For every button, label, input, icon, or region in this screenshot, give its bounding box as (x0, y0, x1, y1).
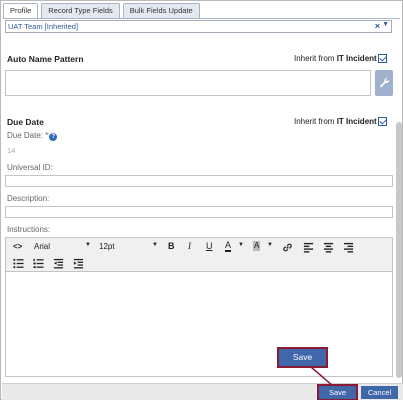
align-left-icon[interactable] (303, 242, 314, 253)
auto-name-pattern-input[interactable] (5, 70, 371, 96)
instructions-label: Instructions: (7, 225, 51, 234)
universal-id-input[interactable] (5, 175, 393, 187)
due-date-label: Due Date: *? (7, 131, 58, 141)
due-date-inherit-prefix: Inherit from (294, 117, 337, 126)
tab-bar: Profile Record Type Fields Bulk Fields U… (3, 3, 200, 19)
due-date-inherit-checkbox[interactable] (378, 117, 387, 126)
clear-icon[interactable]: × (375, 21, 380, 31)
auto-name-title: Auto Name Pattern (7, 54, 84, 64)
due-date-title: Due Date (7, 117, 44, 127)
font-select-value: Arial (34, 242, 51, 251)
italic-icon[interactable]: I (188, 241, 191, 251)
description-label: Description: (7, 194, 50, 203)
bullet-list-icon[interactable] (13, 258, 24, 269)
tab-record-type-fields[interactable]: Record Type Fields (41, 3, 120, 18)
source-code-icon[interactable]: <> (13, 242, 22, 251)
due-date-inherit-label: Inherit from IT Incident (294, 117, 377, 126)
tab-divider (3, 18, 400, 19)
chevron-down-icon[interactable]: ▼ (382, 21, 389, 28)
numbered-list-icon[interactable] (33, 258, 44, 269)
auto-name-inherit-source: IT Incident (336, 54, 377, 63)
help-icon[interactable]: ? (49, 133, 58, 141)
indent-icon[interactable] (73, 258, 84, 269)
team-select-value: UAT Team [Inherited] (8, 22, 79, 31)
bold-icon[interactable]: B (168, 241, 175, 251)
auto-name-inherit-prefix: Inherit from (294, 54, 337, 63)
wrench-icon[interactable] (375, 70, 393, 96)
team-select[interactable]: UAT Team [Inherited] × ▼ (5, 20, 392, 33)
text-color-chevron-icon[interactable]: ▼ (238, 242, 244, 248)
cancel-button[interactable]: Cancel (361, 386, 398, 399)
editor-toolbar: <> Arial ▼ 12pt ▼ B I U A ▼ A ▼ (6, 238, 392, 272)
size-select-chevron-icon[interactable]: ▼ (152, 242, 158, 248)
due-date-value[interactable]: 14 (7, 146, 15, 155)
align-center-icon[interactable] (323, 242, 334, 253)
due-date-label-text: Due Date: * (7, 131, 49, 140)
underline-icon[interactable]: U (206, 241, 213, 251)
link-icon[interactable] (282, 242, 293, 253)
save-button[interactable]: Save (317, 384, 358, 400)
auto-name-inherit-label: Inherit from IT Incident (294, 54, 377, 63)
due-date-inherit-source: IT Incident (336, 117, 377, 126)
outdent-icon[interactable] (53, 258, 64, 269)
align-right-icon[interactable] (343, 242, 354, 253)
callout-save-button: Save (277, 347, 328, 368)
size-select-value: 12pt (99, 242, 115, 251)
text-color-icon[interactable]: A (225, 241, 232, 252)
description-input[interactable] (5, 206, 393, 218)
font-select[interactable]: Arial (34, 242, 50, 251)
universal-id-label: Universal ID: (7, 163, 53, 172)
font-select-chevron-icon[interactable]: ▼ (85, 242, 91, 248)
highlight-color-chevron-icon[interactable]: ▼ (267, 242, 273, 248)
tab-profile[interactable]: Profile (3, 3, 39, 19)
tab-bulk-fields-update[interactable]: Bulk Fields Update (122, 3, 200, 18)
highlight-color-icon[interactable]: A (253, 241, 261, 251)
instructions-editor[interactable]: <> Arial ▼ 12pt ▼ B I U A ▼ A ▼ (5, 237, 393, 377)
scrollbar[interactable] (396, 122, 402, 378)
auto-name-inherit-checkbox[interactable] (378, 54, 387, 63)
size-select[interactable]: 12pt (99, 242, 115, 251)
dialog-frame: Profile Record Type Fields Bulk Fields U… (0, 0, 403, 400)
